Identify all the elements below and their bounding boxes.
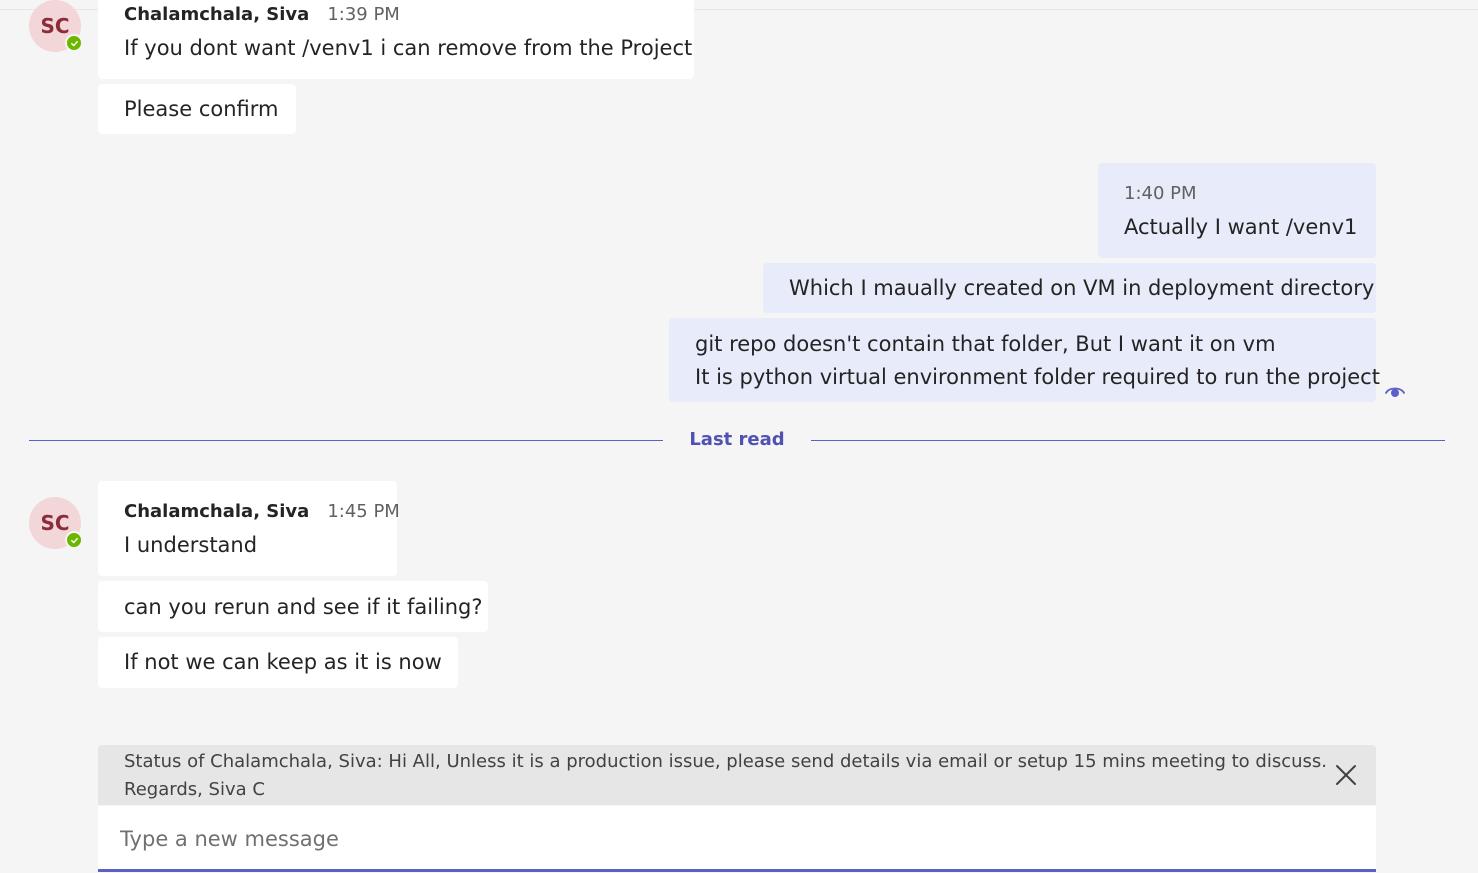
message-author[interactable]: Chalamchala, Siva: [124, 4, 309, 25]
last-read-line-right: [811, 440, 1445, 441]
message-text: I understand: [124, 533, 258, 557]
last-read-line-left: [29, 440, 663, 441]
message-bubble[interactable]: If not we can keep as it is now: [98, 637, 458, 688]
message-text-line: git repo doesn't contain that folder, Bu…: [695, 332, 1276, 356]
message-text-line: It is python virtual environment folder …: [695, 365, 1380, 389]
message-text: Please confirm: [124, 97, 279, 121]
message-timestamp: 1:40 PM: [1124, 183, 1197, 204]
message-header: Chalamchala, Siva 1:45 PM: [124, 500, 400, 524]
presence-available-icon: [65, 531, 83, 549]
my-message-bubble[interactable]: 1:40 PM Actually I want /venv1: [1098, 163, 1376, 258]
status-text-line: Status of Chalamchala, Siva: Hi All, Unl…: [124, 751, 1327, 772]
message-timestamp: 1:45 PM: [327, 501, 400, 522]
read-receipt-eye-icon[interactable]: [1384, 383, 1406, 401]
my-message-bubble[interactable]: Which I maually created on VM in deploym…: [763, 263, 1376, 313]
message-text: Which I maually created on VM in deploym…: [789, 276, 1375, 300]
message-bubble[interactable]: Please confirm: [98, 84, 296, 134]
message-input[interactable]: [118, 806, 1360, 871]
message-bubble[interactable]: can you rerun and see if it failing?: [98, 581, 488, 632]
chat-pane: SC Chalamchala, Siva 1:39 PM If you dont …: [0, 0, 1478, 873]
avatar[interactable]: SC: [29, 0, 83, 52]
message-bubble[interactable]: Chalamchala, Siva 1:39 PM If you dont wan…: [98, 0, 694, 79]
avatar[interactable]: SC: [29, 497, 83, 549]
last-read-label: Last read: [689, 429, 785, 450]
message-text: can you rerun and see if it failing?: [124, 595, 483, 619]
status-message-banner: Status of Chalamchala, Siva: Hi All, Unl…: [98, 745, 1376, 805]
avatar-initials: SC: [40, 14, 70, 38]
message-header: 1:40 PM: [1124, 182, 1197, 206]
message-bubble[interactable]: Chalamchala, Siva 1:45 PM I understand: [98, 481, 400, 576]
message-text: Actually I want /venv1: [1124, 215, 1358, 239]
message-text: If not we can keep as it is now: [124, 650, 442, 674]
message-header: Chalamchala, Siva 1:39 PM: [124, 3, 400, 27]
avatar-initials: SC: [40, 511, 70, 535]
status-text-line: Regards, Siva C: [124, 779, 265, 800]
my-message-bubble[interactable]: git repo doesn't contain that folder, Bu…: [669, 318, 1380, 402]
close-icon[interactable]: [1334, 763, 1358, 787]
message-author[interactable]: Chalamchala, Siva: [124, 501, 309, 522]
presence-available-icon: [65, 34, 83, 52]
message-text: If you dont want /venv1 i can remove fro…: [124, 36, 693, 60]
message-composer: [98, 806, 1376, 872]
message-timestamp: 1:39 PM: [327, 4, 400, 25]
